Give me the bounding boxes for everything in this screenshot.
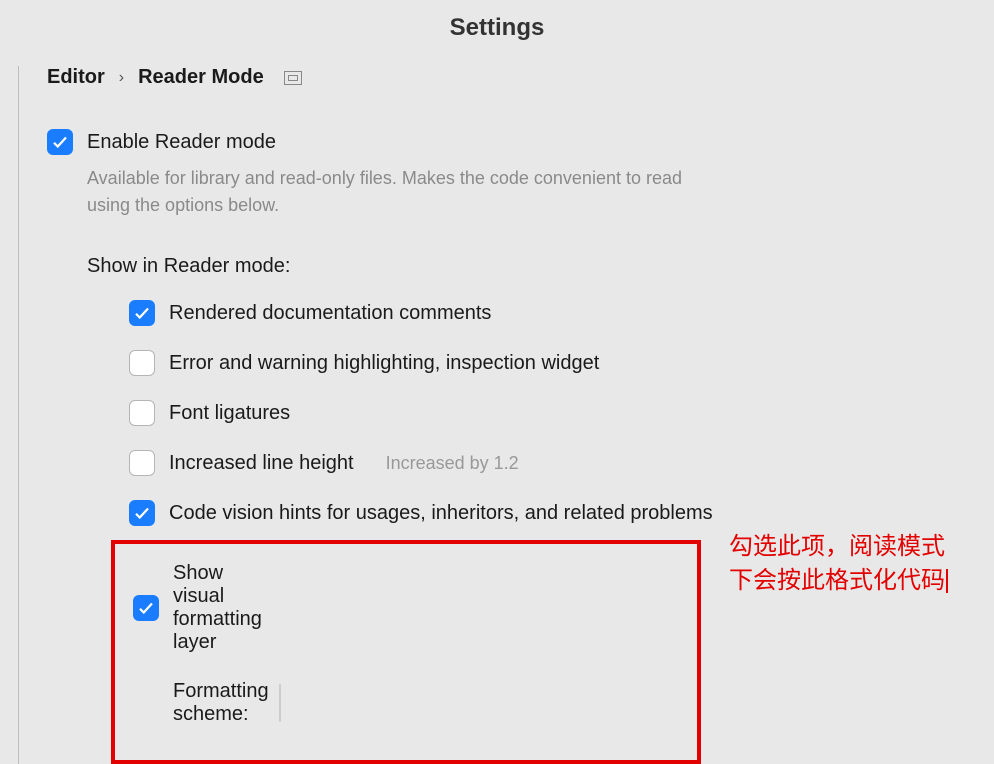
breadcrumb: Editor › Reader Mode (47, 66, 994, 89)
rendered-docs-label: Rendered documentation comments (169, 302, 491, 325)
code-vision-label: Code vision hints for usages, inheritors… (169, 502, 713, 525)
expand-icon[interactable] (284, 71, 302, 85)
line-height-label: Increased line height (169, 452, 354, 475)
page-title: Settings (0, 0, 994, 48)
formatting-scheme-dropdown[interactable]: Project Project (279, 684, 281, 722)
annotation-text: 勾选此项，阅读模式 下会按此格式化代码 (729, 530, 948, 597)
breadcrumb-parent[interactable]: Editor (47, 66, 105, 89)
chevron-right-icon: › (119, 69, 124, 87)
highlight-box: Show visual formatting layer Formatting … (111, 540, 701, 764)
formatting-scheme-label: Formatting scheme: (173, 680, 269, 726)
enable-description: Available for library and read-only file… (87, 165, 687, 219)
error-warning-label: Error and warning highlighting, inspecti… (169, 352, 599, 375)
error-warning-checkbox[interactable] (129, 350, 155, 376)
enable-reader-mode-checkbox[interactable] (47, 129, 73, 155)
breadcrumb-current: Reader Mode (138, 66, 264, 89)
enable-reader-mode-label: Enable Reader mode (87, 131, 276, 154)
visual-formatting-checkbox[interactable] (133, 595, 159, 621)
font-ligatures-label: Font ligatures (169, 402, 290, 425)
vertical-divider (18, 66, 19, 764)
visual-formatting-label: Show visual formatting layer (173, 562, 277, 654)
line-height-hint: Increased by 1.2 (386, 453, 519, 474)
show-in-reader-label: Show in Reader mode: (87, 255, 994, 278)
rendered-docs-checkbox[interactable] (129, 300, 155, 326)
line-height-checkbox[interactable] (129, 450, 155, 476)
code-vision-checkbox[interactable] (129, 500, 155, 526)
font-ligatures-checkbox[interactable] (129, 400, 155, 426)
